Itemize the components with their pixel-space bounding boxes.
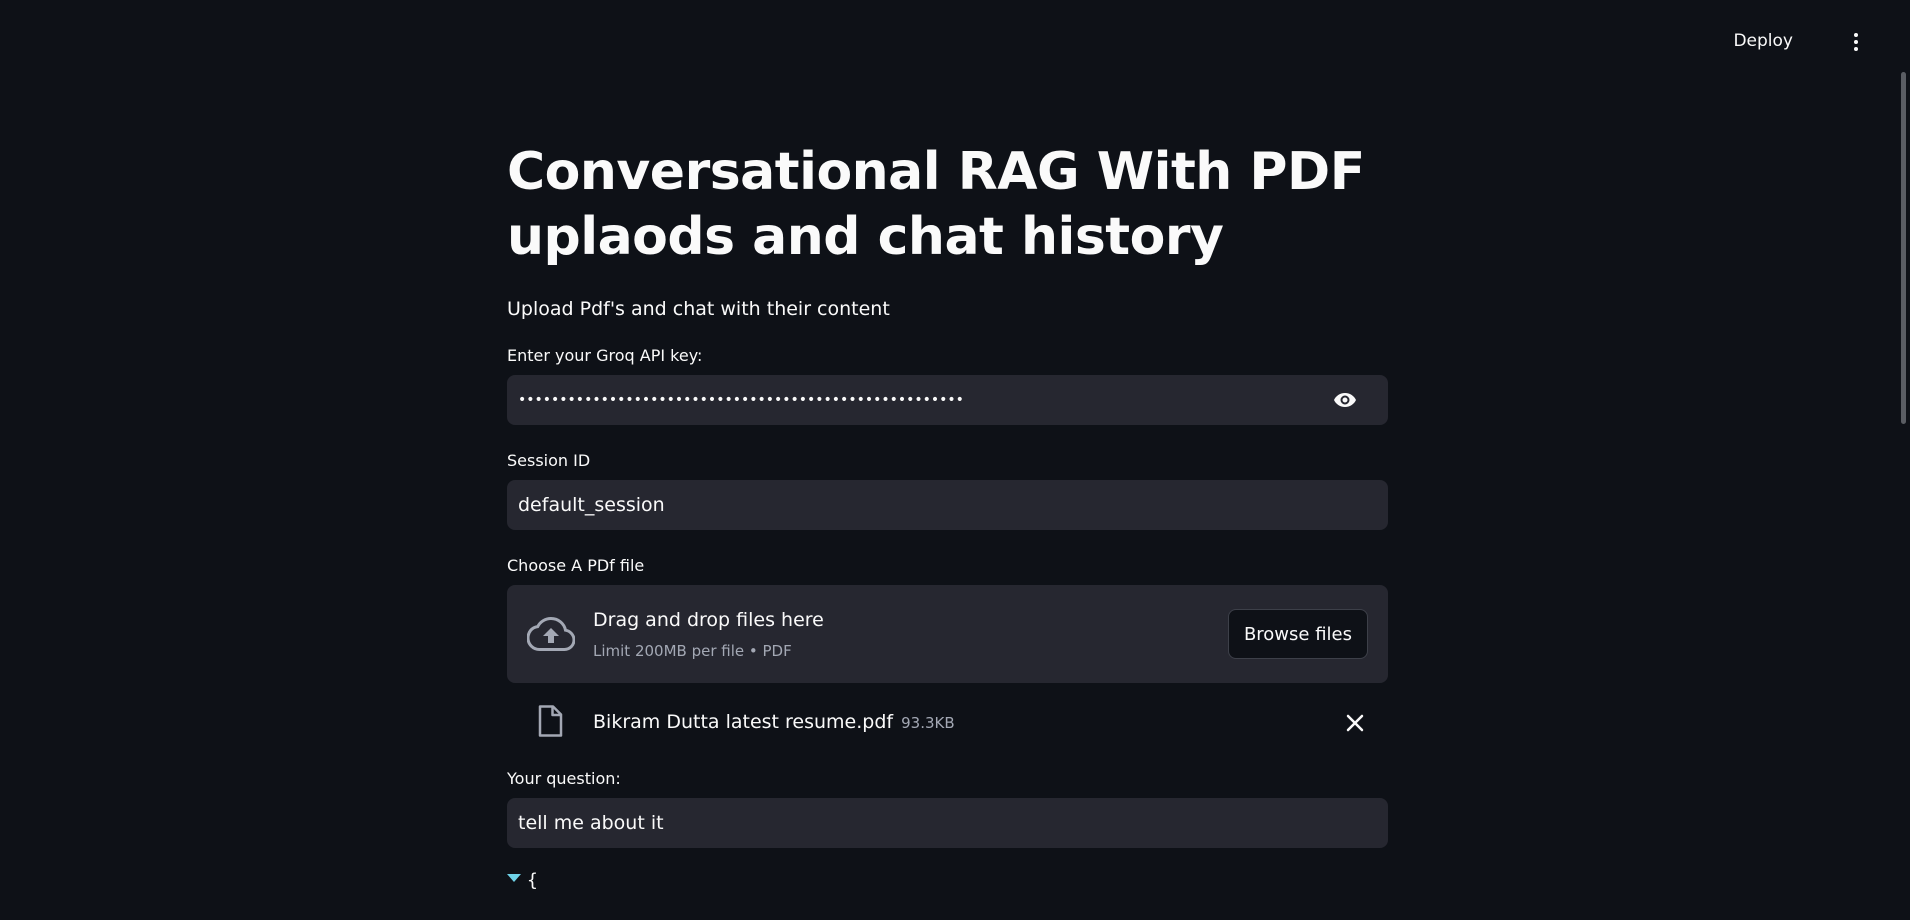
api-key-input[interactable]: ••••••••••••••••••••••••••••••••••••••••…	[507, 375, 1388, 425]
pdf-uploader-label: Choose A PDf file	[507, 556, 645, 575]
vertical-dots-icon	[1854, 33, 1858, 37]
deploy-button[interactable]: Deploy	[1727, 27, 1799, 55]
api-key-label: Enter your Groq API key:	[507, 346, 703, 365]
top-toolbar: Deploy	[0, 0, 1910, 84]
question-input[interactable]: tell me about it	[507, 798, 1388, 848]
question-field: Your question: tell me about it	[507, 769, 1388, 848]
app-root: Deploy Conversational RAG With PDF uplao…	[0, 0, 1910, 920]
dropzone-limit: Limit 200MB per file • PDF	[593, 642, 792, 660]
session-id-label: Session ID	[507, 451, 591, 470]
cloud-upload-icon	[527, 616, 575, 651]
page-title: Conversational RAG With PDF uplaods and …	[507, 142, 1365, 267]
pdf-uploader-field: Choose A PDf file Drag and drop files he…	[507, 556, 1388, 683]
dropzone-title: Drag and drop files here	[593, 609, 824, 631]
session-id-field: Session ID default_session	[507, 451, 1388, 530]
json-viewer: {	[507, 870, 1388, 891]
close-icon[interactable]	[1344, 712, 1366, 734]
page-subtitle: Upload Pdf's and chat with their content	[507, 298, 890, 320]
browse-files-button[interactable]: Browse files	[1227, 609, 1368, 659]
page-scrollbar[interactable]	[1901, 72, 1906, 424]
question-value: tell me about it	[518, 812, 664, 834]
session-id-input[interactable]: default_session	[507, 480, 1388, 530]
expand-caret-icon[interactable]	[507, 873, 521, 882]
session-id-value: default_session	[518, 494, 665, 516]
question-label: Your question:	[507, 769, 621, 788]
json-open-brace: {	[527, 870, 538, 891]
api-key-masked-value: ••••••••••••••••••••••••••••••••••••••••…	[518, 392, 964, 408]
file-name-text: Bikram Dutta latest resume.pdf	[593, 711, 894, 733]
api-key-field: Enter your Groq API key: •••••••••••••••…	[507, 346, 1388, 425]
file-dropzone[interactable]: Drag and drop files here Limit 200MB per…	[507, 585, 1388, 683]
uploaded-file-name: Bikram Dutta latest resume.pdf 93.3KB	[593, 711, 955, 733]
main-menu-button[interactable]	[1844, 28, 1868, 56]
main-content: Conversational RAG With PDF uplaods and …	[507, 140, 1388, 891]
uploaded-file-item: Bikram Dutta latest resume.pdf 93.3KB	[507, 683, 1388, 763]
file-size: 93.3KB	[901, 714, 955, 732]
eye-icon[interactable]	[1332, 388, 1358, 412]
file-icon	[538, 705, 563, 737]
